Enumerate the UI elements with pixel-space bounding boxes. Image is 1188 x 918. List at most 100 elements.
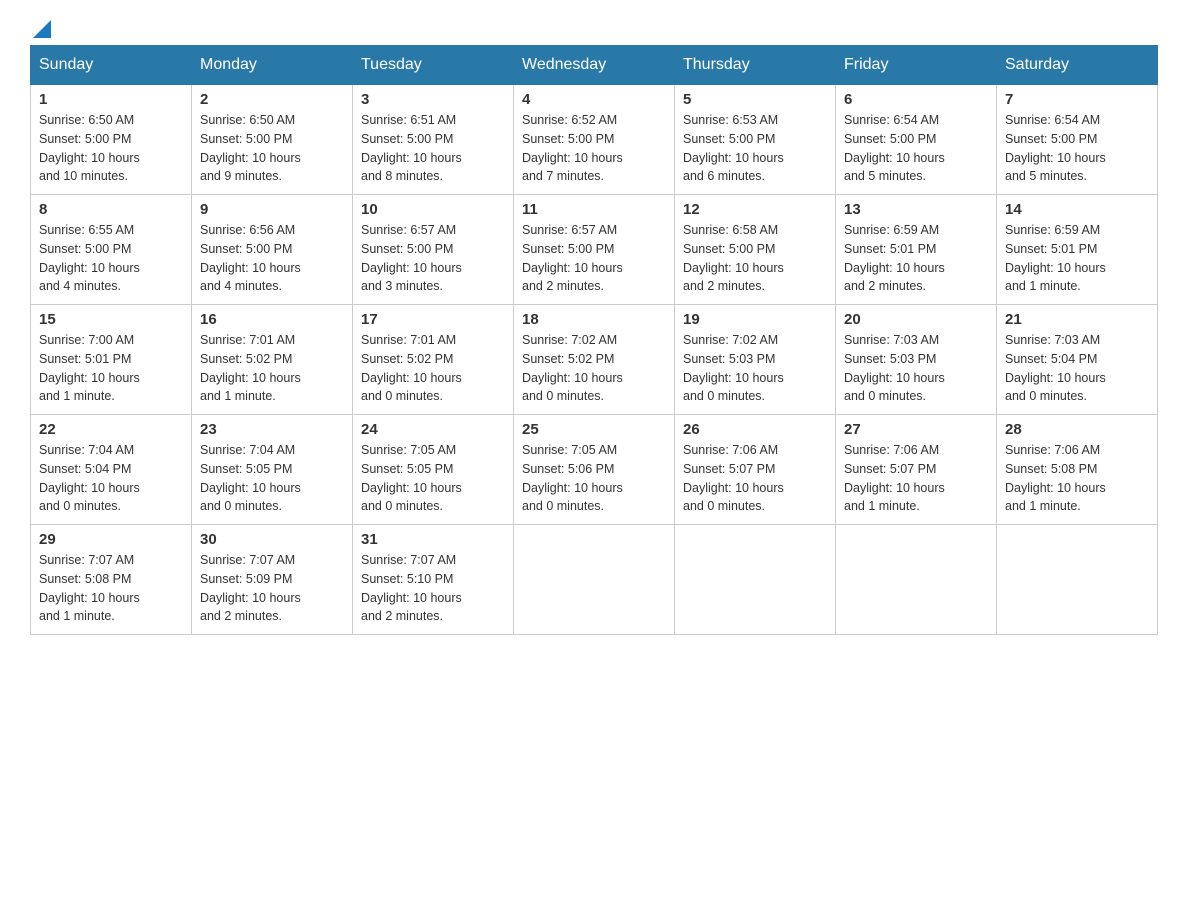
- day-number: 13: [844, 201, 988, 218]
- day-number: 7: [1005, 91, 1149, 108]
- calendar-cell: 13 Sunrise: 6:59 AM Sunset: 5:01 PM Dayl…: [836, 195, 997, 305]
- calendar-cell: 16 Sunrise: 7:01 AM Sunset: 5:02 PM Dayl…: [192, 305, 353, 415]
- day-number: 18: [522, 311, 666, 328]
- day-info: Sunrise: 7:06 AM Sunset: 5:07 PM Dayligh…: [844, 441, 988, 516]
- day-info: Sunrise: 7:01 AM Sunset: 5:02 PM Dayligh…: [361, 331, 505, 406]
- day-number: 30: [200, 531, 344, 548]
- calendar-cell: 22 Sunrise: 7:04 AM Sunset: 5:04 PM Dayl…: [31, 415, 192, 525]
- calendar-cell: 9 Sunrise: 6:56 AM Sunset: 5:00 PM Dayli…: [192, 195, 353, 305]
- day-info: Sunrise: 7:00 AM Sunset: 5:01 PM Dayligh…: [39, 331, 183, 406]
- calendar-cell: 6 Sunrise: 6:54 AM Sunset: 5:00 PM Dayli…: [836, 85, 997, 195]
- day-number: 25: [522, 421, 666, 438]
- calendar-cell: 5 Sunrise: 6:53 AM Sunset: 5:00 PM Dayli…: [675, 85, 836, 195]
- day-info: Sunrise: 7:07 AM Sunset: 5:10 PM Dayligh…: [361, 551, 505, 626]
- day-info: Sunrise: 6:59 AM Sunset: 5:01 PM Dayligh…: [1005, 221, 1149, 296]
- calendar-cell: 19 Sunrise: 7:02 AM Sunset: 5:03 PM Dayl…: [675, 305, 836, 415]
- day-info: Sunrise: 7:02 AM Sunset: 5:02 PM Dayligh…: [522, 331, 666, 406]
- day-info: Sunrise: 6:56 AM Sunset: 5:00 PM Dayligh…: [200, 221, 344, 296]
- day-info: Sunrise: 6:55 AM Sunset: 5:00 PM Dayligh…: [39, 221, 183, 296]
- day-of-week-header: Wednesday: [514, 46, 675, 85]
- day-of-week-header: Sunday: [31, 46, 192, 85]
- day-info: Sunrise: 6:54 AM Sunset: 5:00 PM Dayligh…: [1005, 111, 1149, 186]
- day-info: Sunrise: 7:02 AM Sunset: 5:03 PM Dayligh…: [683, 331, 827, 406]
- day-number: 5: [683, 91, 827, 108]
- day-of-week-header: Monday: [192, 46, 353, 85]
- calendar-cell: [997, 525, 1158, 635]
- day-number: 23: [200, 421, 344, 438]
- calendar-cell: 25 Sunrise: 7:05 AM Sunset: 5:06 PM Dayl…: [514, 415, 675, 525]
- day-number: 10: [361, 201, 505, 218]
- day-info: Sunrise: 7:04 AM Sunset: 5:04 PM Dayligh…: [39, 441, 183, 516]
- day-info: Sunrise: 7:06 AM Sunset: 5:08 PM Dayligh…: [1005, 441, 1149, 516]
- calendar-cell: 14 Sunrise: 6:59 AM Sunset: 5:01 PM Dayl…: [997, 195, 1158, 305]
- day-number: 11: [522, 201, 666, 218]
- calendar-cell: 15 Sunrise: 7:00 AM Sunset: 5:01 PM Dayl…: [31, 305, 192, 415]
- day-of-week-header: Saturday: [997, 46, 1158, 85]
- day-info: Sunrise: 7:04 AM Sunset: 5:05 PM Dayligh…: [200, 441, 344, 516]
- calendar-cell: 21 Sunrise: 7:03 AM Sunset: 5:04 PM Dayl…: [997, 305, 1158, 415]
- calendar-cell: 30 Sunrise: 7:07 AM Sunset: 5:09 PM Dayl…: [192, 525, 353, 635]
- day-number: 3: [361, 91, 505, 108]
- calendar-cell: 27 Sunrise: 7:06 AM Sunset: 5:07 PM Dayl…: [836, 415, 997, 525]
- calendar-cell: 24 Sunrise: 7:05 AM Sunset: 5:05 PM Dayl…: [353, 415, 514, 525]
- day-info: Sunrise: 6:50 AM Sunset: 5:00 PM Dayligh…: [39, 111, 183, 186]
- calendar-cell: 1 Sunrise: 6:50 AM Sunset: 5:00 PM Dayli…: [31, 85, 192, 195]
- day-of-week-header: Thursday: [675, 46, 836, 85]
- day-info: Sunrise: 7:03 AM Sunset: 5:03 PM Dayligh…: [844, 331, 988, 406]
- calendar-week-row: 1 Sunrise: 6:50 AM Sunset: 5:00 PM Dayli…: [31, 85, 1158, 195]
- day-number: 15: [39, 311, 183, 328]
- calendar-cell: 7 Sunrise: 6:54 AM Sunset: 5:00 PM Dayli…: [997, 85, 1158, 195]
- calendar-week-row: 15 Sunrise: 7:00 AM Sunset: 5:01 PM Dayl…: [31, 305, 1158, 415]
- day-info: Sunrise: 6:54 AM Sunset: 5:00 PM Dayligh…: [844, 111, 988, 186]
- day-info: Sunrise: 6:57 AM Sunset: 5:00 PM Dayligh…: [522, 221, 666, 296]
- calendar-cell: [836, 525, 997, 635]
- calendar-cell: 26 Sunrise: 7:06 AM Sunset: 5:07 PM Dayl…: [675, 415, 836, 525]
- day-number: 24: [361, 421, 505, 438]
- calendar-cell: 4 Sunrise: 6:52 AM Sunset: 5:00 PM Dayli…: [514, 85, 675, 195]
- calendar-cell: 12 Sunrise: 6:58 AM Sunset: 5:00 PM Dayl…: [675, 195, 836, 305]
- day-info: Sunrise: 7:06 AM Sunset: 5:07 PM Dayligh…: [683, 441, 827, 516]
- calendar-cell: 3 Sunrise: 6:51 AM Sunset: 5:00 PM Dayli…: [353, 85, 514, 195]
- day-number: 22: [39, 421, 183, 438]
- day-number: 17: [361, 311, 505, 328]
- calendar-cell: 17 Sunrise: 7:01 AM Sunset: 5:02 PM Dayl…: [353, 305, 514, 415]
- day-info: Sunrise: 6:57 AM Sunset: 5:00 PM Dayligh…: [361, 221, 505, 296]
- day-of-week-header: Tuesday: [353, 46, 514, 85]
- day-number: 31: [361, 531, 505, 548]
- day-info: Sunrise: 7:01 AM Sunset: 5:02 PM Dayligh…: [200, 331, 344, 406]
- day-number: 14: [1005, 201, 1149, 218]
- calendar-week-row: 8 Sunrise: 6:55 AM Sunset: 5:00 PM Dayli…: [31, 195, 1158, 305]
- day-number: 6: [844, 91, 988, 108]
- day-number: 28: [1005, 421, 1149, 438]
- logo: [30, 20, 53, 35]
- day-info: Sunrise: 6:53 AM Sunset: 5:00 PM Dayligh…: [683, 111, 827, 186]
- calendar-cell: 28 Sunrise: 7:06 AM Sunset: 5:08 PM Dayl…: [997, 415, 1158, 525]
- calendar-cell: 31 Sunrise: 7:07 AM Sunset: 5:10 PM Dayl…: [353, 525, 514, 635]
- calendar-header-row: SundayMondayTuesdayWednesdayThursdayFrid…: [31, 46, 1158, 85]
- calendar-table: SundayMondayTuesdayWednesdayThursdayFrid…: [30, 45, 1158, 635]
- calendar-cell: [675, 525, 836, 635]
- page-header: [30, 20, 1158, 35]
- day-number: 26: [683, 421, 827, 438]
- calendar-week-row: 22 Sunrise: 7:04 AM Sunset: 5:04 PM Dayl…: [31, 415, 1158, 525]
- day-info: Sunrise: 6:50 AM Sunset: 5:00 PM Dayligh…: [200, 111, 344, 186]
- calendar-cell: 2 Sunrise: 6:50 AM Sunset: 5:00 PM Dayli…: [192, 85, 353, 195]
- day-info: Sunrise: 7:03 AM Sunset: 5:04 PM Dayligh…: [1005, 331, 1149, 406]
- day-number: 16: [200, 311, 344, 328]
- day-of-week-header: Friday: [836, 46, 997, 85]
- calendar-cell: 29 Sunrise: 7:07 AM Sunset: 5:08 PM Dayl…: [31, 525, 192, 635]
- day-number: 1: [39, 91, 183, 108]
- day-number: 12: [683, 201, 827, 218]
- day-number: 20: [844, 311, 988, 328]
- day-number: 27: [844, 421, 988, 438]
- day-number: 9: [200, 201, 344, 218]
- day-number: 8: [39, 201, 183, 218]
- calendar-cell: 10 Sunrise: 6:57 AM Sunset: 5:00 PM Dayl…: [353, 195, 514, 305]
- calendar-cell: [514, 525, 675, 635]
- day-info: Sunrise: 6:51 AM Sunset: 5:00 PM Dayligh…: [361, 111, 505, 186]
- day-number: 19: [683, 311, 827, 328]
- day-number: 29: [39, 531, 183, 548]
- calendar-week-row: 29 Sunrise: 7:07 AM Sunset: 5:08 PM Dayl…: [31, 525, 1158, 635]
- day-info: Sunrise: 7:07 AM Sunset: 5:09 PM Dayligh…: [200, 551, 344, 626]
- logo-triangle-icon: [31, 18, 53, 40]
